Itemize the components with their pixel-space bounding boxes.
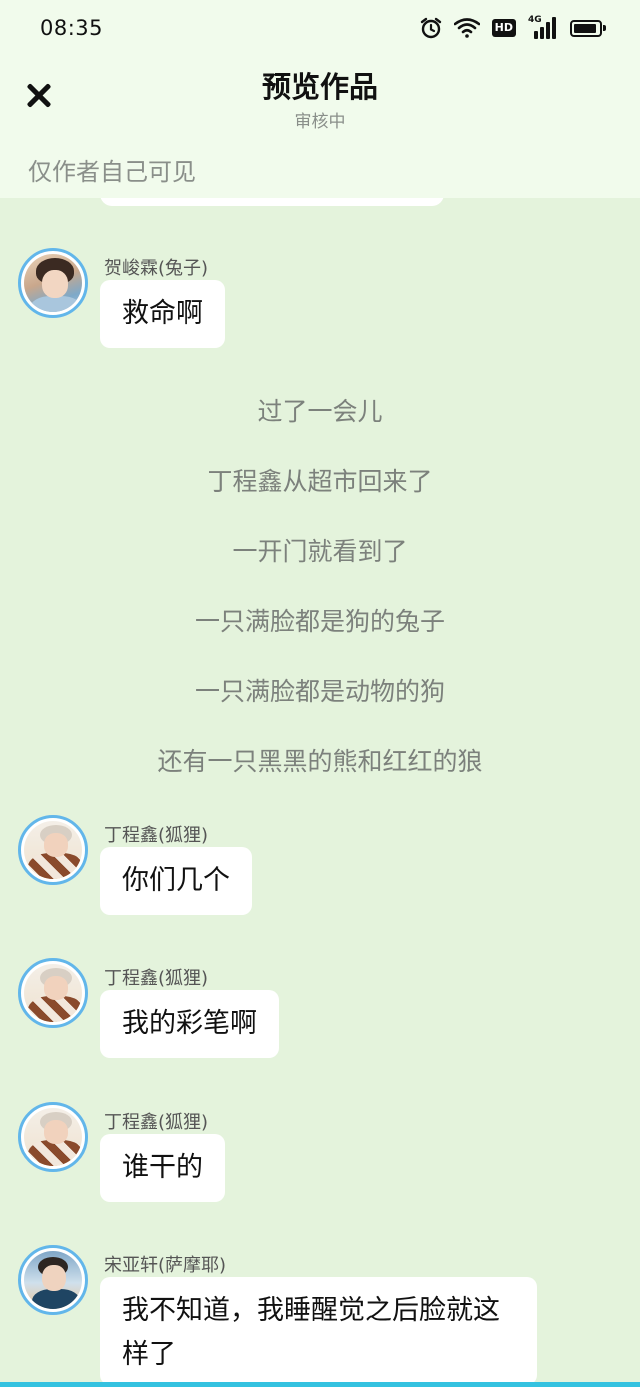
status-time: 08:35 (40, 16, 104, 40)
narration-line: 丁程鑫从超市回来了 (207, 467, 433, 496)
avatar-fox[interactable] (18, 1102, 88, 1172)
avatar-fox[interactable] (18, 958, 88, 1028)
chat-message: 丁程鑫(狐狸) 你们几个 (0, 815, 640, 925)
battery-icon (570, 19, 606, 37)
message-bubble[interactable]: 我不知道，我睡醒觉之后脸就这样了 (100, 1277, 537, 1385)
alarm-icon (420, 17, 441, 39)
avatar-fox[interactable] (18, 815, 88, 885)
narration-line: 还有一只黑黑的熊和红红的狼 (157, 747, 483, 776)
chat-message: 宋亚轩(萨摩耶) 我不知道，我睡醒觉之后脸就这样了 (0, 1245, 640, 1385)
bottom-progress-strip (0, 1382, 640, 1387)
narration-line: 一只满脸都是动物的狗 (194, 677, 445, 706)
sender-name: 丁程鑫(狐狸) (104, 1112, 209, 1133)
network-type-label: 4G (528, 15, 542, 25)
sender-name: 丁程鑫(狐狸) (104, 825, 209, 846)
message-bubble[interactable]: 你们几个 (100, 847, 252, 915)
status-bar: 08:35 HD 4G (0, 0, 640, 56)
hd-icon: HD (491, 19, 516, 37)
sender-name: 宋亚轩(萨摩耶) (104, 1255, 227, 1276)
top-header: 08:35 HD 4G 预览作品 审核中 仅作者自己可见 (0, 0, 640, 198)
narration-line: 过了一会儿 (257, 397, 383, 426)
message-bubble[interactable]: 救命啊 (100, 280, 225, 348)
chat-message: 丁程鑫(狐狸) 我的彩笔啊 (0, 958, 640, 1068)
narration-line: 一开门就看到了 (232, 537, 408, 566)
status-icons: HD 4G (420, 15, 606, 40)
chat-message: 贺峻霖(兔子) 救命啊 (0, 248, 640, 358)
avatar-goat[interactable] (18, 1245, 88, 1315)
signal-4g-icon: 4G (528, 15, 558, 39)
sender-name: 丁程鑫(狐狸) (104, 968, 209, 989)
visibility-note: 仅作者自己可见 (28, 158, 196, 186)
message-bubble[interactable]: 谁干的 (100, 1134, 225, 1202)
narration-line: 一只满脸都是狗的兔子 (194, 607, 445, 636)
page-title: 预览作品 (261, 70, 378, 104)
sender-name: 贺峻霖(兔子) (104, 258, 209, 279)
wifi-icon (453, 18, 480, 38)
avatar-rabbit[interactable] (18, 248, 88, 318)
chat-message: 丁程鑫(狐狸) 谁干的 (0, 1102, 640, 1212)
review-status: 审核中 (294, 112, 346, 132)
message-bubble[interactable]: 我的彩笔啊 (100, 990, 279, 1058)
